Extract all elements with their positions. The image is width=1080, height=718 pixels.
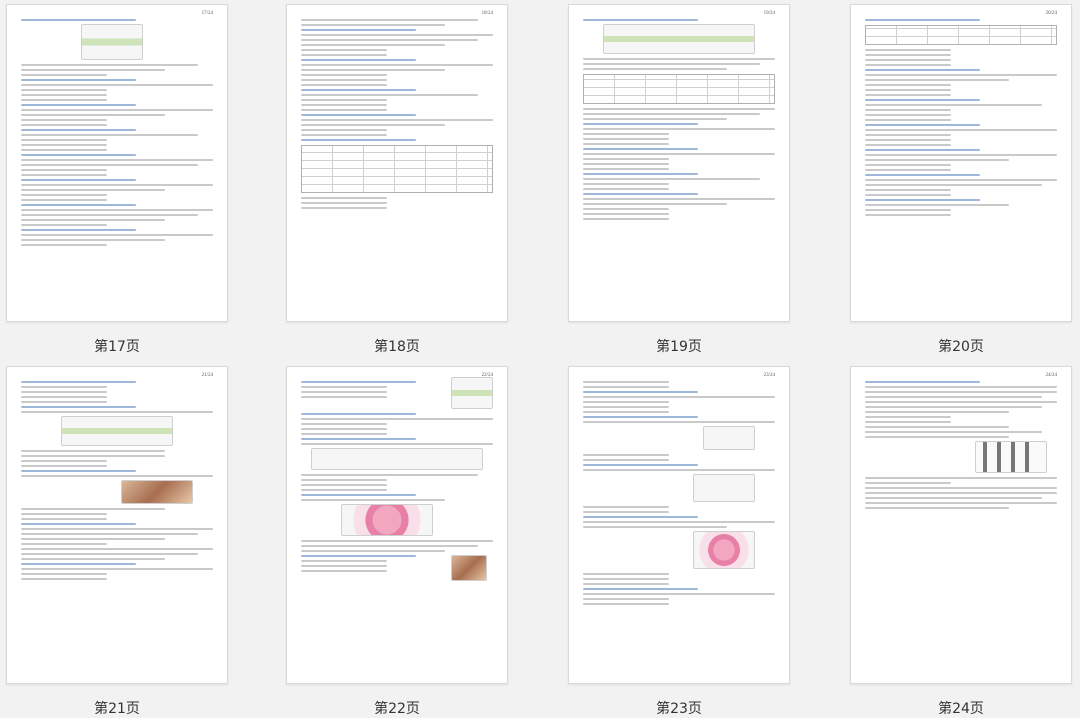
page-preview: 22/24 — [286, 366, 508, 684]
data-table — [865, 25, 1057, 45]
process-diagram — [311, 448, 483, 470]
page-text-content — [865, 19, 1057, 219]
data-table — [583, 74, 775, 104]
flower-figure — [693, 531, 755, 569]
flower-figure — [341, 504, 433, 536]
thumbnail-page-20[interactable]: 20/24 第20页 — [850, 4, 1072, 356]
thumbnail-page-21[interactable]: 21/24 第21页 — [6, 366, 228, 718]
page-number: 20/24 — [1045, 11, 1057, 16]
page-text-content — [21, 381, 213, 583]
page-caption: 第22页 — [374, 701, 420, 717]
page-preview: 21/24 — [6, 366, 228, 684]
thumbnail-page-19[interactable]: 19/24 第19页 — [568, 4, 790, 356]
page-thumbnail-grid: 17/24 第17页 18/24 第18页 19/24 第19页 20/24 第… — [0, 0, 1080, 717]
page-text-content — [21, 19, 213, 249]
bar-chart-figure — [975, 441, 1047, 473]
page-caption: 第23页 — [656, 701, 702, 717]
seedling-figure — [603, 24, 755, 54]
plant-figure — [81, 24, 143, 60]
page-text-content — [583, 19, 775, 223]
page-number: 23/24 — [763, 373, 775, 378]
page-preview: 20/24 — [850, 4, 1072, 322]
page-caption: 第17页 — [94, 339, 140, 355]
page-number: 24/24 — [1045, 373, 1057, 378]
page-text-content — [301, 377, 493, 585]
photo-figure — [451, 555, 487, 581]
page-preview: 17/24 — [6, 4, 228, 322]
page-number: 21/24 — [201, 373, 213, 378]
page-preview: 24/24 — [850, 366, 1072, 684]
experiment-figure — [703, 426, 755, 450]
page-number: 19/24 — [763, 11, 775, 16]
page-caption: 第18页 — [374, 339, 420, 355]
page-preview: 19/24 — [568, 4, 790, 322]
page-number: 17/24 — [201, 11, 213, 16]
photo-figure — [121, 480, 193, 504]
page-text-content — [583, 381, 775, 608]
page-caption: 第19页 — [656, 339, 702, 355]
plant-figure — [61, 416, 173, 446]
page-preview: 23/24 — [568, 366, 790, 684]
thumbnail-page-18[interactable]: 18/24 第18页 — [286, 4, 508, 356]
seed-figure — [451, 377, 493, 409]
page-text-content — [301, 19, 493, 212]
thumbnail-page-24[interactable]: 24/24 第24页 — [850, 366, 1072, 718]
page-text-content — [865, 381, 1057, 512]
data-table — [301, 145, 493, 193]
thumbnail-page-23[interactable]: 23/24 第23页 — [568, 366, 790, 718]
page-preview: 18/24 — [286, 4, 508, 322]
page-caption: 第21页 — [94, 701, 140, 717]
thumbnail-page-17[interactable]: 17/24 第17页 — [6, 4, 228, 356]
line-graph-figure — [693, 474, 755, 502]
page-caption: 第24页 — [938, 701, 984, 717]
page-number: 18/24 — [481, 11, 493, 16]
thumbnail-page-22[interactable]: 22/24 第22页 — [286, 366, 508, 718]
page-caption: 第20页 — [938, 339, 984, 355]
